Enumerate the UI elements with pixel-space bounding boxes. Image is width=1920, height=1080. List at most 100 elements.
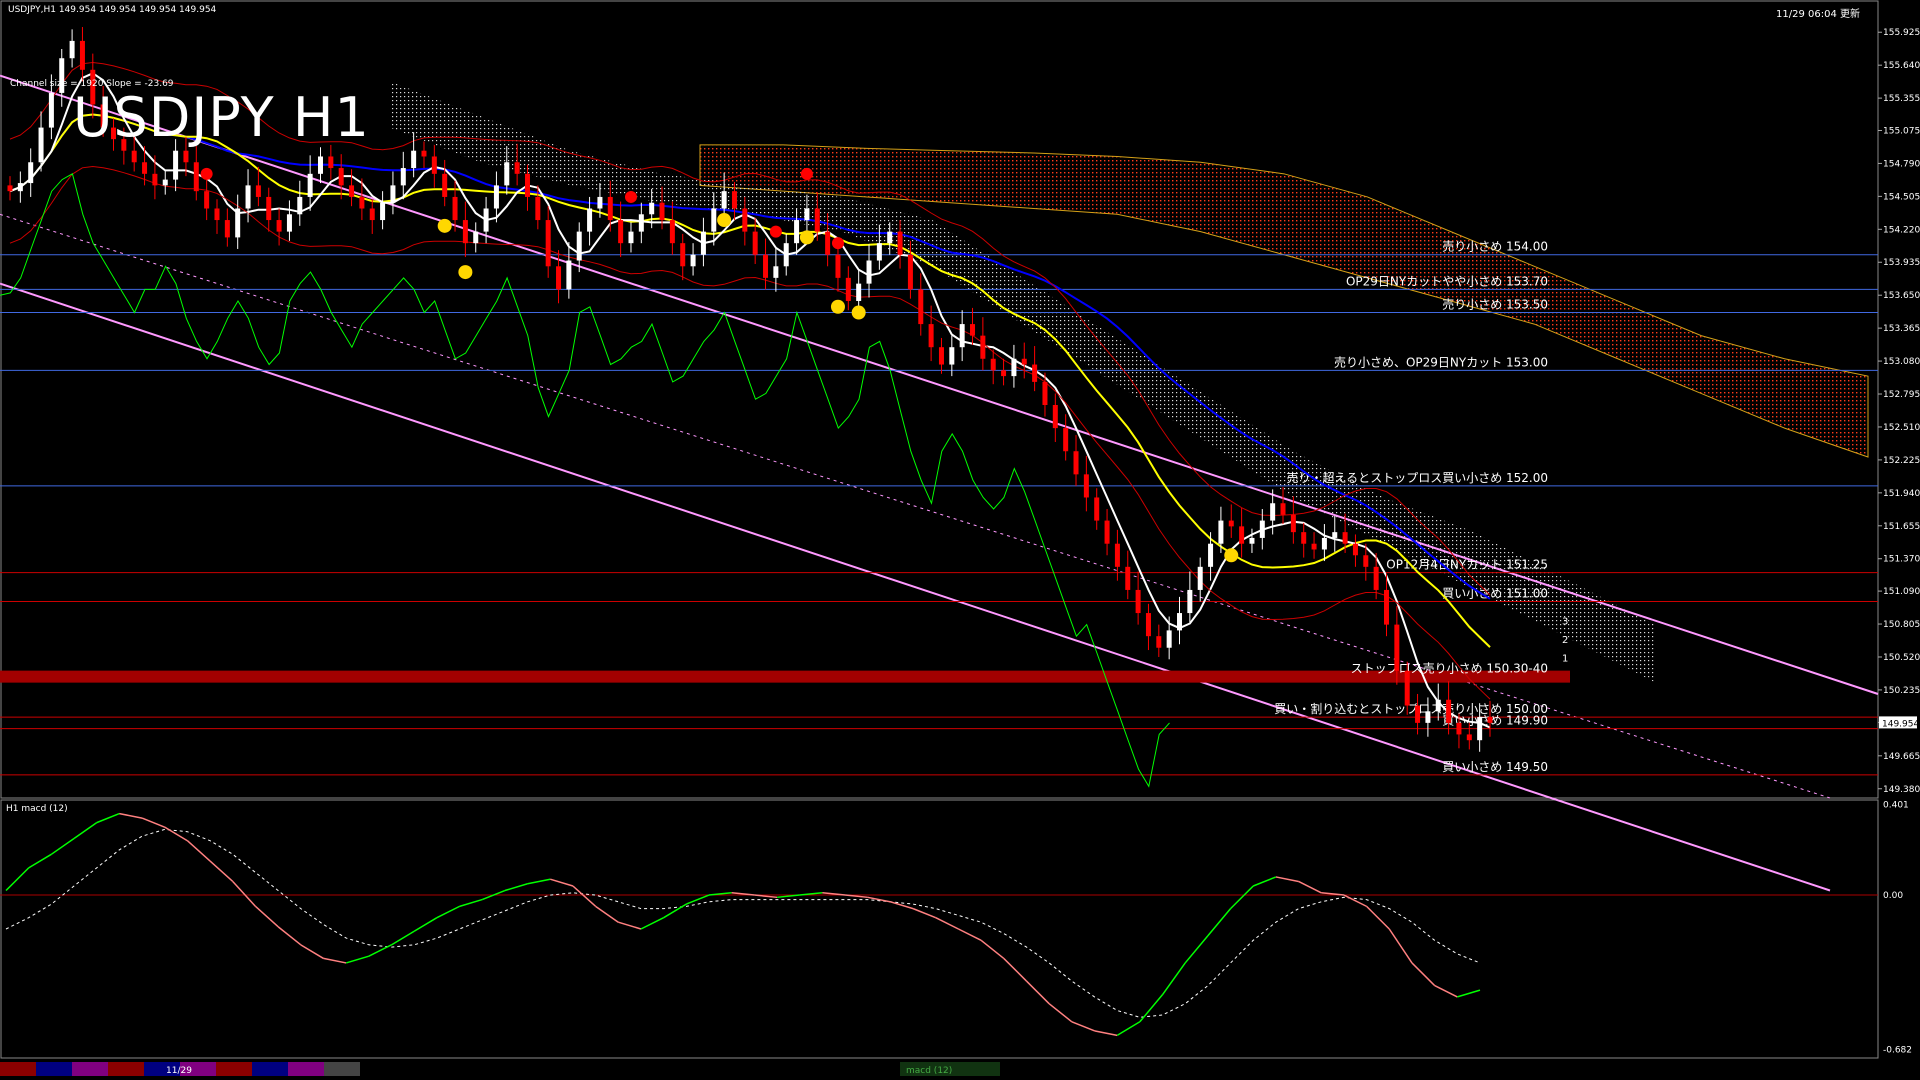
- buy-signal-icon: [799, 230, 814, 245]
- bull-candle: [1425, 711, 1431, 723]
- price-tick-label: 153.080: [1883, 357, 1920, 367]
- bear-candle: [814, 208, 820, 232]
- macd-main-segment: [164, 826, 188, 842]
- macd-main-segment: [1388, 928, 1413, 964]
- bear-candle: [752, 231, 758, 255]
- bull-candle: [38, 127, 44, 163]
- bull-candle: [638, 214, 644, 232]
- bear-candle: [928, 324, 934, 348]
- macd-main-segment: [1343, 894, 1367, 908]
- bull-candle: [307, 173, 313, 197]
- bear-candle: [524, 173, 530, 197]
- bear-candle: [1487, 717, 1493, 723]
- macd-main-segment: [141, 817, 166, 828]
- bear-candle: [442, 173, 448, 197]
- bear-candle: [918, 289, 924, 325]
- bear-candle: [452, 196, 458, 221]
- sell-signal-icon: [831, 237, 844, 250]
- bull-candle: [400, 168, 406, 186]
- timeframe-tab: [108, 1062, 144, 1076]
- macd-main-segment: [254, 905, 279, 928]
- macd-main-segment: [119, 812, 143, 819]
- bear-candle: [1001, 370, 1007, 377]
- timeframe-tab: [72, 1062, 108, 1076]
- macd-main-segment: [413, 917, 438, 932]
- bear-candle: [938, 347, 944, 365]
- sell-signal-icon: [769, 225, 782, 238]
- bull-candle: [711, 208, 717, 232]
- macd-main-segment: [96, 812, 120, 824]
- macd-main-segment: [1094, 1030, 1118, 1037]
- price-tick-label: 149.665: [1883, 752, 1920, 762]
- bull-candle: [317, 156, 323, 174]
- price-tick-label: 152.795: [1883, 390, 1920, 400]
- timeframe-tab: [324, 1062, 360, 1076]
- bear-candle: [1456, 722, 1462, 735]
- bull-candle: [1187, 589, 1193, 614]
- sell-signal-icon: [200, 167, 213, 180]
- bear-candle: [1311, 543, 1317, 550]
- bear-candle: [514, 162, 520, 174]
- price-tick-label: 152.225: [1883, 456, 1920, 466]
- price-level-label: ストップロス売り小さめ 150.30-40: [1351, 661, 1548, 676]
- macd-tick-label: -0.682: [1883, 1045, 1912, 1055]
- bull-candle: [1477, 717, 1483, 741]
- macd-main-segment: [663, 903, 687, 919]
- bull-candle: [1197, 566, 1203, 590]
- bull-candle: [866, 260, 872, 284]
- macd-main-segment: [550, 878, 574, 887]
- macd-main-segment: [1366, 905, 1390, 930]
- macd-main-segment: [459, 898, 483, 908]
- macd-main-segment: [1411, 962, 1436, 987]
- bear-candle: [338, 168, 344, 186]
- price-level-label: 買い小さめ 149.50: [1442, 760, 1548, 774]
- bull-candle: [576, 231, 582, 261]
- bear-candle: [763, 254, 769, 278]
- bear-candle: [255, 185, 261, 197]
- bear-candle: [545, 220, 551, 267]
- current-price-label: 149.954: [1882, 719, 1919, 729]
- bull-candle: [245, 185, 251, 209]
- macd-main-segment: [935, 917, 959, 930]
- price-level-label: OP29日NYカットやや小さめ 153.70: [1346, 274, 1548, 288]
- bull-candle: [1177, 613, 1183, 631]
- bear-candle: [266, 196, 272, 221]
- bear-candle: [142, 162, 148, 174]
- macd-tab[interactable]: macd (12): [906, 1066, 952, 1076]
- bull-candle: [411, 150, 417, 169]
- bear-candle: [328, 156, 334, 169]
- bear-candle: [152, 173, 158, 186]
- price-chart[interactable]: 155.925 155.640 155.355 155.075 154.790 154.5…: [0, 0, 1920, 1080]
- price-tick-label: 154.220: [1883, 225, 1920, 235]
- price-tick-label: 155.355: [1883, 94, 1920, 104]
- macd-signal-line: [5, 828, 1481, 1018]
- bear-candle: [731, 191, 737, 209]
- bear-candle: [1042, 381, 1048, 405]
- bear-candle: [1228, 520, 1234, 527]
- bear-candle: [276, 220, 282, 232]
- macd-main-segment: [572, 885, 597, 907]
- bear-candle: [1094, 497, 1100, 521]
- macd-main-segment: [1025, 980, 1050, 1005]
- bear-candle: [1404, 670, 1410, 706]
- price-tick-label: 153.365: [1883, 324, 1920, 334]
- price-tick-label: 149.380: [1883, 785, 1920, 795]
- macd-main-segment: [980, 939, 1005, 960]
- macd-main-segment: [5, 867, 30, 892]
- bear-candle: [742, 208, 748, 232]
- macd-main-segment: [1048, 1003, 1073, 1023]
- buy-signal-icon: [437, 218, 452, 233]
- macd-main-segment: [1071, 1021, 1095, 1032]
- price-tick-label: 154.505: [1883, 192, 1920, 202]
- bear-candle: [1363, 555, 1369, 567]
- bear-candle: [1021, 358, 1027, 365]
- bear-candle: [845, 277, 851, 301]
- macd-main-segment: [345, 955, 370, 964]
- macd-main-segment: [391, 930, 415, 946]
- bear-candle: [980, 335, 986, 359]
- bull-candle: [235, 208, 241, 238]
- macd-main-segment: [186, 840, 211, 862]
- bear-candle: [7, 185, 13, 192]
- bull-candle: [48, 92, 54, 128]
- bear-candle: [1342, 532, 1348, 544]
